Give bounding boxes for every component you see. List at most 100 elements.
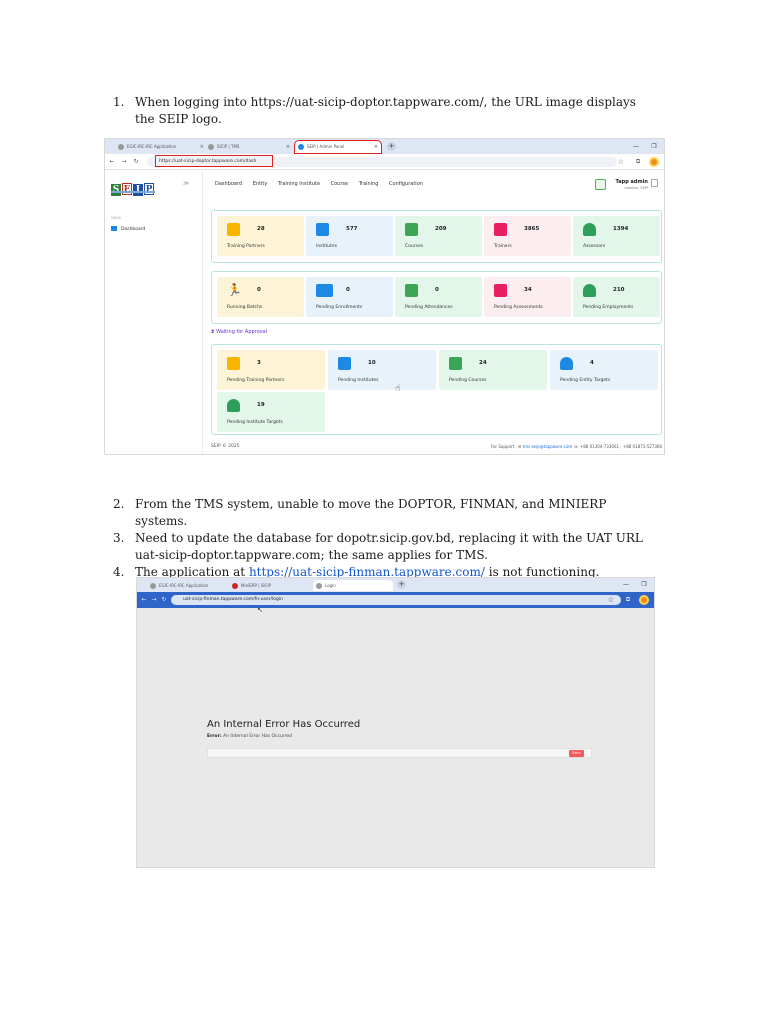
building-icon: [227, 357, 240, 370]
star-icon[interactable]: ☆: [608, 595, 614, 605]
back-icon[interactable]: ←: [107, 157, 117, 167]
minimize-icon[interactable]: —: [628, 139, 644, 154]
list-text: Need to update the database for dopotr.s…: [135, 531, 643, 562]
stat-card[interactable]: 28 Training Partners: [217, 216, 304, 256]
extensions-icon[interactable]: ⧉: [634, 158, 642, 166]
restore-icon[interactable]: ❐: [646, 139, 662, 154]
assessor-icon: [583, 223, 596, 236]
dashboard-icon: [111, 226, 117, 231]
stat-card[interactable]: 34 Pending Assessments: [484, 277, 571, 317]
close-icon[interactable]: ×: [286, 141, 290, 153]
list-number: 1.: [113, 95, 125, 109]
browser-tab[interactable]: MiniERP | SICIP: [229, 580, 311, 591]
extensions-icon[interactable]: ⧉: [624, 596, 632, 604]
stat-card[interactable]: 210 Pending Employments: [573, 277, 660, 317]
back-button[interactable]: Back: [569, 750, 584, 757]
close-icon[interactable]: ×: [200, 141, 204, 153]
address-bar: ← → ↻ uat-sicip-finman.tappware.com/fn-u…: [137, 592, 654, 608]
error-message: Error: An Internal Error Has Occurred: [207, 734, 293, 739]
favicon-icon: [118, 144, 124, 150]
doc-list-bottom: 2. From the TMS system, unable to move t…: [113, 496, 653, 581]
user-avatar: [651, 179, 658, 187]
target-user-icon: [227, 399, 240, 412]
nav-dashboard[interactable]: Dashboard: [215, 181, 242, 187]
tab-title: SICIP | TMS: [217, 144, 240, 149]
browser-tab-active[interactable]: SEIP | Admin Panel ×: [294, 140, 382, 154]
user-name: Tapp admin: [615, 179, 648, 185]
list-number: 4.: [113, 565, 125, 579]
tab-title: EGIC-IRC-IRC Application: [127, 144, 177, 149]
home-icon: [405, 284, 418, 297]
browser-tab-bar: EGIC-IRC-IRC Application MiniERP | SICIP…: [137, 578, 654, 592]
book-icon: [449, 357, 462, 370]
forward-icon[interactable]: →: [119, 157, 129, 167]
profile-avatar[interactable]: [639, 595, 649, 605]
support-email-link[interactable]: tms.seip@tappware.com: [523, 444, 573, 449]
sidebar: SEIP ≫ MENU Dashboard: [105, 171, 203, 454]
stat-card[interactable]: 🏃 0 Running Batchs: [217, 277, 304, 317]
browser-tab[interactable]: SICIP | TMS ×: [205, 141, 293, 153]
running-icon: 🏃: [227, 283, 242, 297]
institute-icon: [316, 223, 329, 236]
browser-tab[interactable]: EGIC-IRC-IRC Application ×: [115, 141, 207, 153]
new-tab-button[interactable]: +: [397, 580, 406, 589]
nav-training-institute[interactable]: Training Institute: [278, 181, 320, 187]
stat-card[interactable]: 10 Pending Institutes: [328, 350, 436, 390]
list-item: 1. When logging into https://uat-sicip-d…: [113, 94, 653, 128]
book-icon: [405, 223, 418, 236]
reload-icon[interactable]: ↻: [131, 157, 141, 167]
restore-icon[interactable]: ❐: [636, 578, 652, 592]
list-item: 2. From the TMS system, unable to move t…: [113, 496, 653, 530]
user-icon: [560, 357, 573, 370]
user-menu[interactable]: Tapp admin monitor, SEIP: [588, 177, 658, 193]
list-item: 3. Need to update the database for dopot…: [113, 530, 653, 564]
stat-card[interactable]: 1394 Assessors: [573, 216, 660, 256]
error-bar: Back: [207, 748, 592, 758]
browser-tab[interactable]: EGIC-IRC-IRC Application: [147, 580, 227, 591]
nav-configuration[interactable]: Configuration: [389, 181, 423, 187]
stat-card[interactable]: 24 Pending Courses: [439, 350, 547, 390]
stat-card[interactable]: 3865 Trainers: [484, 216, 571, 256]
reload-icon[interactable]: ↻: [159, 595, 169, 605]
list-text: From the TMS system, unable to move the …: [135, 497, 607, 528]
stat-card[interactable]: 4 Pending Entity Targets: [550, 350, 658, 390]
stats-panel-overview: 28 Training Partners 577 Institutes 209 …: [211, 210, 662, 263]
url-input[interactable]: uat-sicip-finman.tappware.com/fn-user/lo…: [171, 595, 621, 605]
doc-list-top: 1. When logging into https://uat-sicip-d…: [113, 94, 653, 128]
address-bar: ← → ↻ https://uat-sicip-doptor.tappware.…: [105, 154, 664, 170]
top-nav: Dashboard Entity Training Institute Cour…: [215, 181, 432, 187]
close-icon[interactable]: ×: [374, 141, 378, 153]
forward-icon[interactable]: →: [149, 595, 159, 605]
nav-course[interactable]: Course: [331, 181, 348, 187]
logo-underline: [111, 191, 155, 193]
footer-support: For Support : ✉ tms.seip@tappware.com ☏ …: [490, 444, 662, 449]
tab-title: SEIP | Admin Panel: [307, 144, 345, 149]
stat-card[interactable]: 577 Institutes: [306, 216, 393, 256]
institute-icon: [338, 357, 351, 370]
new-tab-button[interactable]: +: [387, 142, 396, 151]
screenshot-dashboard: EGIC-IRC-IRC Application × SICIP | TMS ×…: [104, 138, 665, 455]
stat-card[interactable]: 0 Pending Enrollments: [306, 277, 393, 317]
url-highlight: [155, 155, 273, 167]
favicon-icon: [232, 583, 238, 589]
collapse-icon[interactable]: ≫: [183, 180, 189, 187]
favicon-icon: [316, 583, 322, 589]
browser-tab-active[interactable]: Login: [313, 580, 393, 591]
employment-icon: [583, 284, 596, 297]
back-icon[interactable]: ←: [139, 595, 149, 605]
profile-avatar[interactable]: [649, 157, 659, 167]
minimize-icon[interactable]: —: [618, 578, 634, 592]
star-icon[interactable]: ☆: [618, 157, 624, 167]
stat-card[interactable]: 209 Courses: [395, 216, 482, 256]
stat-card[interactable]: 19 Pending Institute Targets: [217, 392, 325, 432]
footer-copyright: SEIP © 2025: [211, 444, 240, 449]
stats-panel-pending: 🏃 0 Running Batchs 0 Pending Enrollments…: [211, 271, 662, 324]
stat-card[interactable]: 0 Pending Attendances: [395, 277, 482, 317]
favicon-icon: [150, 583, 156, 589]
hand-cursor-icon: ☝: [395, 384, 401, 394]
nav-training[interactable]: Training: [359, 181, 379, 187]
nav-entity[interactable]: Entity: [253, 181, 268, 187]
menu-label: MENU: [111, 216, 122, 220]
stat-card[interactable]: 3 Pending Training Partners: [217, 350, 325, 390]
sidebar-item-dashboard[interactable]: Dashboard: [111, 226, 145, 232]
